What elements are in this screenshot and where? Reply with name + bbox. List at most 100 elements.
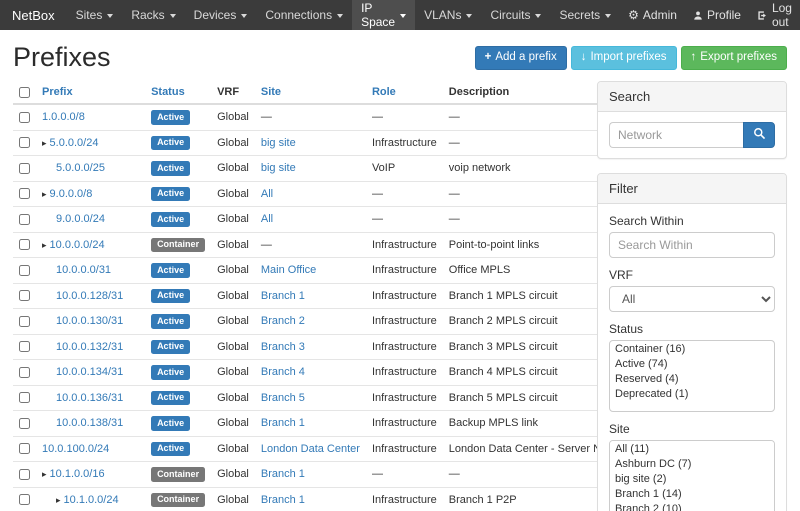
search-panel-title: Search — [598, 82, 786, 112]
prefix-link[interactable]: 10.0.0.136/31 — [56, 392, 123, 404]
row-checkbox[interactable] — [19, 494, 30, 505]
row-checkbox[interactable] — [19, 443, 30, 454]
nav-item-sites[interactable]: Sites — [67, 0, 123, 30]
row-checkbox[interactable] — [19, 137, 30, 148]
user-menu-item-profile[interactable]: Profile — [685, 0, 749, 30]
prefix-link[interactable]: 5.0.0.0/24 — [50, 137, 99, 149]
add-a-prefix-button[interactable]: + Add a prefix — [475, 46, 567, 70]
filter-option[interactable]: Container (16) — [610, 341, 774, 356]
filter-option[interactable]: big site (2) — [610, 471, 774, 486]
export-prefixes-button[interactable]: ↑ Export prefixes — [681, 46, 787, 70]
vrf-select[interactable]: All — [609, 286, 775, 312]
site-cell: Branch 3 — [255, 334, 366, 360]
vrf-value: Global — [211, 411, 255, 437]
filter-option[interactable]: Active (74) — [610, 356, 774, 371]
site-link[interactable]: big site — [261, 137, 296, 149]
role-value: — — [366, 104, 443, 130]
site-link[interactable]: Branch 1 — [261, 494, 305, 506]
site-link[interactable]: big site — [261, 162, 296, 174]
filter-option[interactable]: All (11) — [610, 441, 774, 456]
row-checkbox[interactable] — [19, 265, 30, 276]
search-input[interactable] — [609, 122, 743, 148]
chevron-down-icon — [466, 14, 472, 18]
nav-item-secrets[interactable]: Secrets — [550, 0, 620, 30]
prefix-link[interactable]: 10.1.0.0/24 — [64, 494, 119, 506]
row-checkbox[interactable] — [19, 188, 30, 199]
site-link[interactable]: Branch 3 — [261, 341, 305, 353]
site-link[interactable]: Branch 1 — [261, 468, 305, 480]
user-menu-item-admin[interactable]: ⚙ Admin — [620, 0, 685, 30]
row-checkbox[interactable] — [19, 163, 30, 174]
row-checkbox[interactable] — [19, 367, 30, 378]
column-header-site[interactable]: Site — [255, 81, 366, 104]
filter-option[interactable]: Branch 1 (14) — [610, 486, 774, 501]
row-checkbox[interactable] — [19, 239, 30, 250]
row-checkbox[interactable] — [19, 418, 30, 429]
column-header-status[interactable]: Status — [145, 81, 211, 104]
filter-option[interactable]: Ashburn DC (7) — [610, 456, 774, 471]
site-link[interactable]: All — [261, 188, 273, 200]
row-checkbox[interactable] — [19, 112, 30, 123]
site-link[interactable]: Branch 1 — [261, 417, 305, 429]
nav-item-label: Circuits — [490, 8, 530, 22]
site-link[interactable]: Branch 4 — [261, 366, 305, 378]
filter-option[interactable]: Reserved (4) — [610, 371, 774, 386]
filter-option[interactable]: Branch 2 (10) — [610, 501, 774, 511]
row-checkbox[interactable] — [19, 341, 30, 352]
user-menu-item-log-out[interactable]: Log out — [749, 0, 800, 30]
user-menu-label: Profile — [707, 8, 741, 22]
prefix-link[interactable]: 5.0.0.0/25 — [56, 162, 105, 174]
site-filter-listbox[interactable]: All (11)Ashburn DC (7)big site (2)Branch… — [609, 440, 775, 511]
site-link[interactable]: Branch 5 — [261, 392, 305, 404]
expand-caret-icon: ▸ — [42, 189, 47, 199]
filter-option[interactable]: Deprecated (1) — [610, 386, 774, 401]
column-header-role[interactable]: Role — [366, 81, 443, 104]
row-checkbox[interactable] — [19, 392, 30, 403]
row-checkbox[interactable] — [19, 214, 30, 225]
import-prefixes-button[interactable]: ↓ Import prefixes — [571, 46, 677, 70]
prefix-link[interactable]: 10.0.0.130/31 — [56, 315, 123, 327]
prefix-link[interactable]: 10.0.0.134/31 — [56, 366, 123, 378]
vrf-value: Global — [211, 207, 255, 233]
plus-icon: + — [485, 51, 492, 65]
prefix-link[interactable]: 10.0.0.0/24 — [50, 239, 105, 251]
nav-item-ip-space[interactable]: IP Space — [352, 0, 415, 30]
site-link[interactable]: London Data Center — [261, 443, 360, 455]
site-link[interactable]: Branch 2 — [261, 315, 305, 327]
site-cell: big site — [255, 156, 366, 182]
prefix-link[interactable]: 10.0.0.132/31 — [56, 341, 123, 353]
status-filter-listbox[interactable]: Container (16)Active (74)Reserved (4)Dep… — [609, 340, 775, 412]
prefix-link[interactable]: 10.0.0.128/31 — [56, 290, 123, 302]
nav-item-racks[interactable]: Racks — [122, 0, 184, 30]
column-header-prefix[interactable]: Prefix — [36, 81, 145, 104]
search-within-input[interactable] — [609, 232, 775, 258]
prefix-link[interactable]: 10.1.0.0/16 — [50, 468, 105, 480]
row-checkbox[interactable] — [19, 316, 30, 327]
site-link[interactable]: Branch 1 — [261, 290, 305, 302]
prefix-link[interactable]: 10.0.0.0/31 — [56, 264, 111, 276]
nav-item-circuits[interactable]: Circuits — [481, 0, 550, 30]
prefix-link[interactable]: 10.0.0.138/31 — [56, 417, 123, 429]
search-button[interactable] — [743, 122, 775, 148]
prefix-link[interactable]: 9.0.0.0/24 — [56, 213, 105, 225]
row-checkbox[interactable] — [19, 290, 30, 301]
table-row: ▸9.0.0.0/24 Active Global All — — — [13, 207, 639, 233]
role-value: Infrastructure — [366, 411, 443, 437]
navbar-menu: Sites Racks Devices Connections IP Space… — [67, 0, 621, 30]
row-checkbox[interactable] — [19, 469, 30, 480]
table-row: ▸10.0.100.0/24 Active Global London Data… — [13, 436, 639, 462]
site-cell: Branch 1 — [255, 411, 366, 437]
status-badge: Active — [151, 161, 190, 176]
site-link[interactable]: All — [261, 213, 273, 225]
nav-item-connections[interactable]: Connections — [256, 0, 352, 30]
app-logo[interactable]: NetBox — [8, 0, 67, 30]
prefix-link[interactable]: 9.0.0.0/8 — [50, 188, 93, 200]
site-link[interactable]: Main Office — [261, 264, 316, 276]
nav-item-vlans[interactable]: VLANs — [415, 0, 481, 30]
prefix-link[interactable]: 1.0.0.0/8 — [42, 111, 85, 123]
nav-item-label: Secrets — [559, 8, 600, 22]
nav-item-devices[interactable]: Devices — [185, 0, 257, 30]
prefix-link[interactable]: 10.0.100.0/24 — [42, 443, 109, 455]
role-value: Infrastructure — [366, 232, 443, 258]
select-all-checkbox[interactable] — [19, 87, 30, 98]
